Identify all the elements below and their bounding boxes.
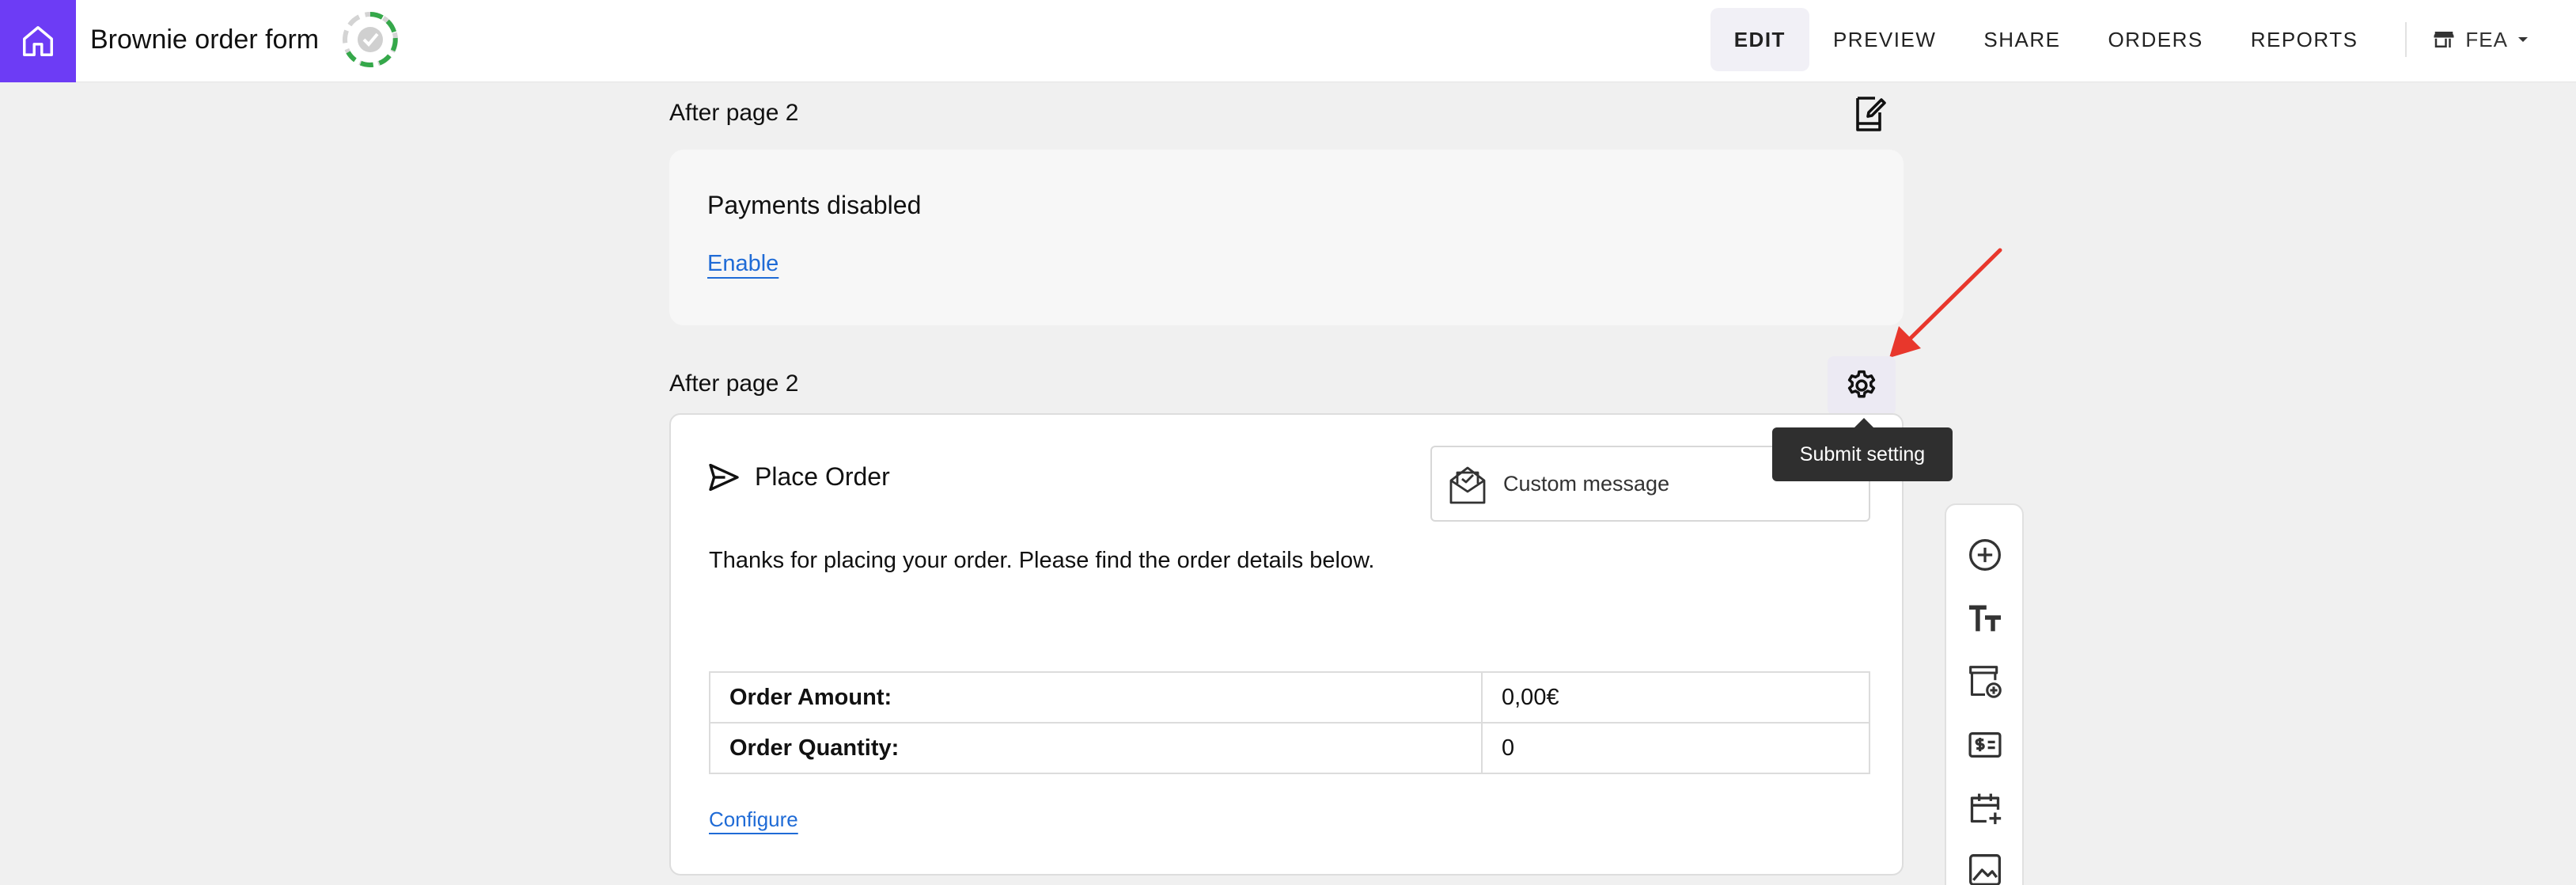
add-product-icon bbox=[1969, 666, 2002, 698]
main-nav: EDIT PREVIEW SHARE ORDERS REPORTS FEA bbox=[1710, 8, 2576, 71]
image-icon bbox=[1969, 854, 2001, 885]
tab-reports[interactable]: REPORTS bbox=[2227, 8, 2382, 71]
enable-payments-link[interactable]: Enable bbox=[707, 251, 778, 277]
table-row: Order Quantity: 0 bbox=[709, 722, 1870, 774]
add-circle-icon bbox=[1969, 539, 2001, 571]
order-amount-value: 0,00€ bbox=[1481, 671, 1870, 724]
store-label: FEA bbox=[2465, 27, 2508, 51]
payments-status-title: Payments disabled bbox=[707, 191, 922, 219]
add-price-button[interactable] bbox=[1960, 720, 2010, 769]
submit-settings-button[interactable] bbox=[1828, 356, 1896, 415]
form-title: Brownie order form bbox=[90, 25, 320, 55]
annotation-arrow bbox=[1889, 248, 2002, 358]
order-quantity-value: 0 bbox=[1481, 722, 1870, 774]
envelope-icon bbox=[1449, 466, 1486, 504]
send-icon bbox=[709, 464, 739, 491]
section-label: After page 2 bbox=[669, 100, 799, 126]
tab-edit[interactable]: EDIT bbox=[1710, 8, 1809, 71]
order-summary-table: Order Amount: 0,00€ Order Quantity: 0 bbox=[709, 671, 1870, 774]
tab-share[interactable]: SHARE bbox=[1960, 8, 2084, 71]
configure-link[interactable]: Configure bbox=[709, 807, 798, 832]
add-text-button[interactable] bbox=[1960, 594, 2010, 643]
price-tag-icon bbox=[1968, 731, 2002, 758]
payment-settings-button[interactable] bbox=[1848, 93, 1889, 135]
add-product-button[interactable] bbox=[1960, 657, 2010, 706]
store-icon bbox=[2434, 32, 2454, 47]
payments-card: Payments disabled Enable bbox=[669, 150, 1904, 325]
top-bar: Brownie order form EDIT PREVIEW SHARE OR… bbox=[0, 0, 2576, 82]
add-date-button[interactable] bbox=[1960, 784, 2010, 833]
home-icon bbox=[23, 26, 53, 56]
table-row: Order Amount: 0,00€ bbox=[709, 671, 1870, 724]
tab-orders[interactable]: ORDERS bbox=[2084, 8, 2226, 71]
store-switcher[interactable]: FEA bbox=[2426, 28, 2576, 52]
gear-icon bbox=[1847, 370, 1876, 398]
element-toolbox bbox=[1945, 503, 2024, 885]
home-button[interactable] bbox=[0, 0, 76, 82]
message-type-label: Custom message bbox=[1503, 471, 1670, 496]
publish-status-icon bbox=[343, 12, 398, 67]
add-image-button[interactable] bbox=[1960, 845, 2010, 885]
document-edit-icon bbox=[1856, 97, 1886, 131]
section-label: After page 2 bbox=[669, 370, 799, 397]
tab-preview[interactable]: PREVIEW bbox=[1809, 8, 1960, 71]
submit-title: Place Order bbox=[755, 462, 890, 491]
submit-setting-tooltip: Submit setting bbox=[1772, 418, 1953, 481]
text-size-icon bbox=[1969, 605, 2001, 632]
add-element-button[interactable] bbox=[1960, 530, 2010, 579]
order-quantity-label: Order Quantity: bbox=[709, 722, 1483, 774]
nav-divider bbox=[2405, 22, 2407, 57]
confirmation-message: Thanks for placing your order. Please fi… bbox=[709, 548, 1375, 573]
chevron-down-icon bbox=[2518, 37, 2528, 42]
calendar-add-icon bbox=[1970, 793, 2002, 825]
order-amount-label: Order Amount: bbox=[709, 671, 1483, 724]
